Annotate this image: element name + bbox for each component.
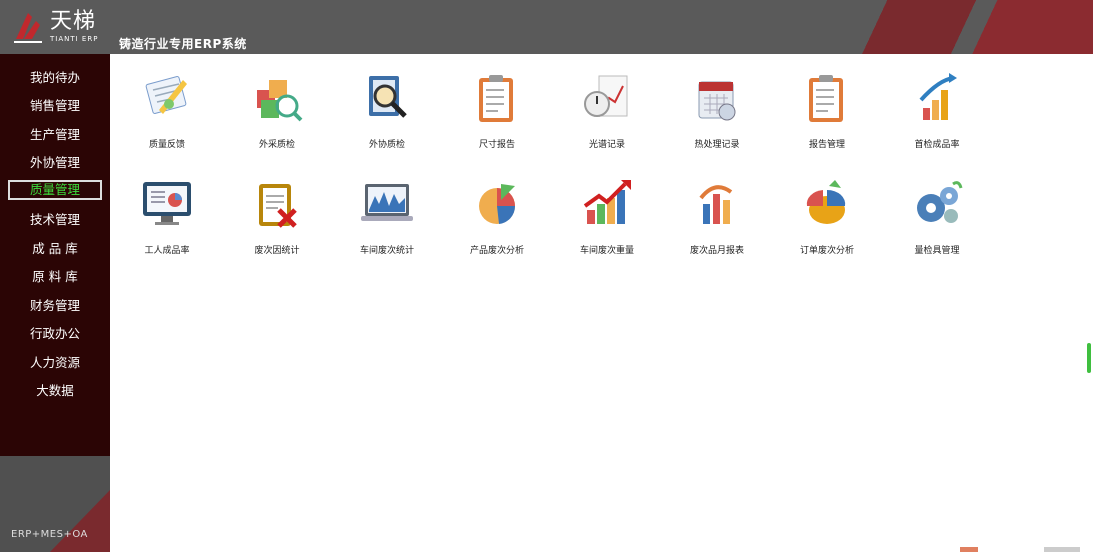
module-label: 车间废次统计 xyxy=(359,246,414,256)
sidebar-item-todo[interactable]: 我的待办 xyxy=(0,62,110,91)
module-label: 外采质检 xyxy=(258,140,295,150)
module-label: 废次品月报表 xyxy=(689,246,744,256)
module-purchase-inspection[interactable]: 外采质检 xyxy=(222,70,332,150)
sidebar-item-technology[interactable]: 技术管理 xyxy=(0,205,110,234)
monitor-chart-icon xyxy=(143,182,191,225)
module-order-defect-analysis[interactable]: 订单废次分析 xyxy=(772,176,882,256)
sidebar-item-label: 成 品 库 xyxy=(32,240,78,256)
module-label: 质量反馈 xyxy=(148,140,185,150)
module-label: 产品废次分析 xyxy=(469,246,524,256)
module-spectrum-record[interactable]: 光谱记录 xyxy=(552,70,662,150)
sidebar-item-hr[interactable]: 人力资源 xyxy=(0,347,110,376)
top-header: 天梯 TIANTI ERP 铸造行业专用ERP系统 xyxy=(0,0,1093,54)
logo-subtext: TIANTI ERP xyxy=(50,35,99,43)
logo-mark-icon xyxy=(14,13,42,43)
module-quality-feedback[interactable]: 质量反馈 xyxy=(112,70,222,150)
rising-bars-icon xyxy=(919,73,957,120)
module-dimension-report[interactable]: 尺寸报告 xyxy=(442,70,552,150)
sidebar-item-label: 财务管理 xyxy=(29,297,80,313)
sidebar-item-finished-goods[interactable]: 成 品 库 xyxy=(0,233,110,262)
sidebar-item-label: 销售管理 xyxy=(29,98,80,114)
module-label: 废次因统计 xyxy=(254,246,300,256)
module-label: 外协质检 xyxy=(368,140,405,150)
sidebar-item-raw-materials[interactable]: 原 料 库 xyxy=(0,262,110,291)
sidebar: 我的待办 销售管理 生产管理 外协管理 质量管理 技术管理 成 品 库 原 料 … xyxy=(0,54,110,552)
module-label: 尺寸报告 xyxy=(478,140,515,150)
footer-text: ERP+MES+OA xyxy=(11,529,88,540)
sidebar-item-label: 质量管理 xyxy=(7,180,102,201)
module-label: 量检具管理 xyxy=(914,246,960,256)
sidebar-item-finance[interactable]: 财务管理 xyxy=(0,290,110,319)
bar-arrow-icon xyxy=(699,185,733,224)
module-defect-cause-stats[interactable]: 废次因统计 xyxy=(222,176,332,256)
sidebar-item-label: 人力资源 xyxy=(29,354,80,370)
sidebar-item-admin[interactable]: 行政办公 xyxy=(0,319,110,348)
module-label: 热处理记录 xyxy=(694,140,740,150)
footer-decoration xyxy=(50,490,110,552)
feedback-note-icon xyxy=(145,76,187,114)
header-decoration xyxy=(763,0,1093,54)
sidebar-footer: ERP+MES+OA xyxy=(0,456,110,552)
pie-chart-icon xyxy=(479,184,516,224)
clipboard-report-icon xyxy=(809,75,843,122)
logo: 天梯 TIANTI ERP xyxy=(12,9,98,45)
module-workshop-defect-weight[interactable]: 车间废次重量 xyxy=(552,176,662,256)
sidebar-item-quality[interactable]: 质量管理 xyxy=(0,176,110,205)
stopwatch-chart-icon xyxy=(584,75,628,117)
module-label: 工人成品率 xyxy=(144,246,190,256)
sidebar-item-outsourcing[interactable]: 外协管理 xyxy=(0,148,110,177)
module-label: 首检成品率 xyxy=(914,140,960,150)
module-label: 报告管理 xyxy=(808,140,845,150)
app-title: 铸造行业专用ERP系统 xyxy=(119,37,247,51)
module-worker-yield[interactable]: 工人成品率 xyxy=(112,176,222,256)
magnifier-clipboard-icon xyxy=(369,76,407,118)
sidebar-item-label: 大数据 xyxy=(36,383,74,399)
sidebar-item-sales[interactable]: 销售管理 xyxy=(0,91,110,120)
corner-decoration xyxy=(960,547,1080,552)
sidebar-item-label: 原 料 库 xyxy=(32,269,78,285)
sidebar-item-label: 技术管理 xyxy=(29,212,80,228)
calendar-icon xyxy=(698,81,736,121)
gears-icon xyxy=(917,181,963,223)
module-heat-treatment[interactable]: 热处理记录 xyxy=(662,70,772,150)
module-label: 光谱记录 xyxy=(588,140,625,150)
clipboard-reject-icon xyxy=(259,184,297,228)
module-gauge-management[interactable]: 量检具管理 xyxy=(882,176,992,256)
sidebar-menu: 我的待办 销售管理 生产管理 外协管理 质量管理 技术管理 成 品 库 原 料 … xyxy=(0,62,110,404)
module-label: 订单废次分析 xyxy=(799,246,854,256)
logo-text: 天梯 xyxy=(50,9,97,34)
clipboard-report-icon xyxy=(479,75,513,122)
growth-arrow-icon xyxy=(583,180,631,224)
module-report-management[interactable]: 报告管理 xyxy=(772,70,882,150)
module-product-defect-analysis[interactable]: 产品废次分析 xyxy=(442,176,552,256)
module-label: 车间废次重量 xyxy=(579,246,634,256)
sidebar-item-production[interactable]: 生产管理 xyxy=(0,119,110,148)
boxes-inspect-icon xyxy=(257,80,303,122)
module-first-inspection-yield[interactable]: 首检成品率 xyxy=(882,70,992,150)
module-outsourcing-inspection[interactable]: 外协质检 xyxy=(332,70,442,150)
scroll-indicator[interactable] xyxy=(1087,343,1091,373)
module-defect-monthly-report[interactable]: 废次品月报表 xyxy=(662,176,772,256)
module-workshop-defect-stats[interactable]: 车间废次统计 xyxy=(332,176,442,256)
sidebar-item-label: 生产管理 xyxy=(29,126,80,142)
laptop-chart-icon xyxy=(361,184,413,221)
sidebar-item-big-data[interactable]: 大数据 xyxy=(0,376,110,405)
sidebar-item-label: 行政办公 xyxy=(29,326,80,342)
pie-3d-icon xyxy=(806,180,846,224)
sidebar-item-label: 外协管理 xyxy=(29,155,80,171)
sidebar-item-label: 我的待办 xyxy=(29,69,80,85)
